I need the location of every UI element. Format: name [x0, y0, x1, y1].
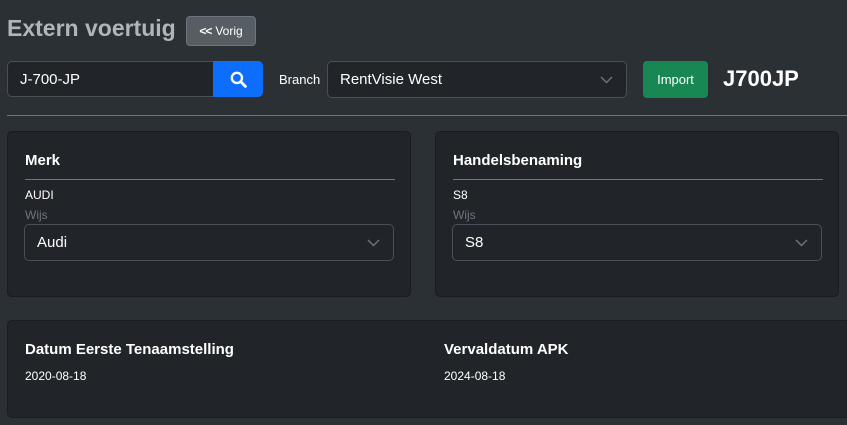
- merk-heading: Merk: [25, 152, 61, 169]
- page-title: Extern voertuig: [7, 15, 176, 41]
- chevron-down-icon: [367, 238, 381, 248]
- merk-select[interactable]: Audi: [24, 224, 394, 261]
- branch-select-value: RentVisie West: [340, 71, 442, 88]
- eerste-tenaamstelling-heading: Datum Eerste Tenaamstelling: [25, 341, 234, 358]
- handelsbenaming-hint: Wijs: [453, 208, 476, 222]
- section-divider: [7, 115, 847, 116]
- search-icon: [230, 71, 247, 88]
- vervaldatum-apk-heading: Vervaldatum APK: [444, 341, 569, 358]
- license-plate-display: J700JP: [723, 66, 799, 91]
- dates-card: Datum Eerste Tenaamstelling 2020-08-18 V…: [7, 320, 847, 418]
- branch-label: Branch: [279, 72, 321, 87]
- handelsbenaming-select-value: S8: [465, 234, 484, 251]
- chevron-down-icon: [795, 238, 809, 248]
- search-button[interactable]: [213, 61, 263, 97]
- back-button-label: Vorig: [215, 24, 243, 38]
- handelsbenaming-card: Handelsbenaming S8 Wijs S8: [435, 131, 839, 297]
- back-button[interactable]: << Vorig: [186, 16, 256, 46]
- merk-hint: Wijs: [25, 208, 48, 222]
- handelsbenaming-heading: Handelsbenaming: [453, 152, 583, 169]
- chevron-double-left-icon: <<: [199, 24, 212, 38]
- handelsbenaming-value: S8: [453, 188, 468, 202]
- handelsbenaming-select[interactable]: S8: [452, 224, 822, 261]
- plate-search-input[interactable]: J-700-JP: [7, 61, 214, 97]
- merk-value: AUDI: [25, 188, 54, 202]
- merk-divider: [25, 179, 395, 180]
- vervaldatum-apk-value: 2024-08-18: [444, 369, 506, 383]
- eerste-tenaamstelling-value: 2020-08-18: [25, 369, 87, 383]
- merk-card: Merk AUDI Wijs Audi: [7, 131, 411, 297]
- chevron-down-icon: [600, 75, 614, 85]
- handelsbenaming-divider: [453, 179, 823, 180]
- merk-select-value: Audi: [37, 234, 68, 251]
- import-button[interactable]: Import: [643, 61, 708, 98]
- branch-select[interactable]: RentVisie West: [327, 61, 627, 98]
